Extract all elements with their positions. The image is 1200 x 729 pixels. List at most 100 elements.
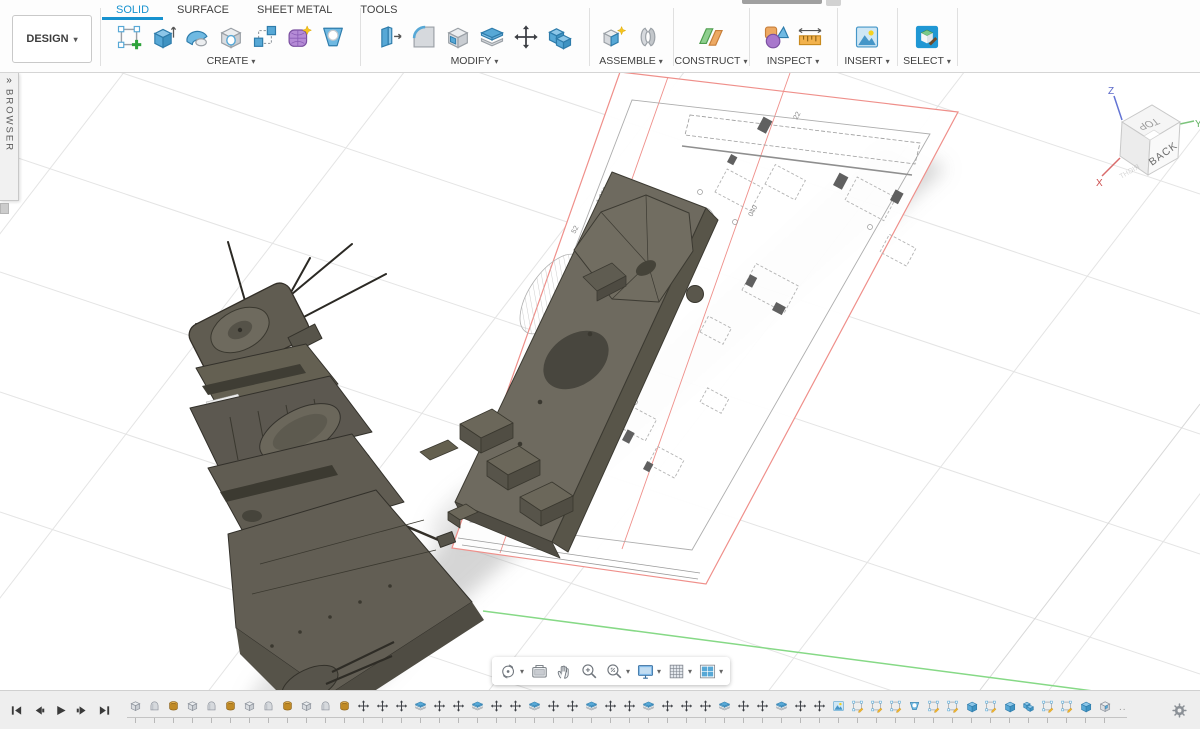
timeline-move-feature[interactable]: [813, 699, 826, 713]
timeline-move-feature[interactable]: [680, 699, 693, 713]
group-label-modify[interactable]: MODIFY▾: [451, 55, 499, 67]
timeline-sketch-feature[interactable]: [1060, 699, 1073, 713]
timeline-shell-feature[interactable]: [414, 699, 427, 713]
timeline-combine-feature[interactable]: [1022, 699, 1035, 713]
group-label-inspect[interactable]: INSPECT▾: [767, 55, 820, 67]
timeline-sketch-feature[interactable]: [984, 699, 997, 713]
timeline-canvas-feature[interactable]: [832, 699, 845, 713]
look-at-button[interactable]: [530, 662, 549, 681]
timeline-dome-feature[interactable]: [262, 699, 275, 713]
superstructure-body[interactable]: [185, 242, 484, 690]
chamfer-icon[interactable]: [442, 22, 474, 52]
measure-icon[interactable]: [760, 22, 792, 52]
group-label-select[interactable]: SELECT▾: [903, 55, 951, 67]
timeline-sketch-feature[interactable]: [851, 699, 864, 713]
timeline-move-feature[interactable]: [699, 699, 712, 713]
timeline-extrude-feature[interactable]: [1003, 699, 1016, 713]
timeline-box-feature[interactable]: [129, 699, 142, 713]
timeline-shell-feature[interactable]: [528, 699, 541, 713]
tab-tools[interactable]: TOOLS: [346, 0, 411, 20]
timeline-move-feature[interactable]: [433, 699, 446, 713]
hole-icon[interactable]: [215, 22, 247, 52]
new-component-icon[interactable]: [598, 22, 630, 52]
select-tool-icon[interactable]: [911, 22, 943, 52]
timeline-move-feature[interactable]: [661, 699, 674, 713]
timeline-sketch-feature[interactable]: [927, 699, 940, 713]
timeline-move-feature[interactable]: [490, 699, 503, 713]
web-icon[interactable]: [317, 22, 349, 52]
extrude-icon[interactable]: [147, 22, 179, 52]
timeline-coil-feature[interactable]: [281, 699, 294, 713]
playback-play-button[interactable]: [54, 704, 67, 717]
timeline-move-feature[interactable]: [566, 699, 579, 713]
browser-panel-handle[interactable]: [0, 203, 9, 214]
grid-settings-button[interactable]: ▾: [667, 662, 692, 681]
playback-step-forward-button[interactable]: [76, 704, 89, 717]
timeline-move-feature[interactable]: [547, 699, 560, 713]
timeline-hole-feature[interactable]: [908, 699, 921, 713]
construct-plane-icon[interactable]: [695, 22, 727, 52]
timeline-shell-feature[interactable]: [585, 699, 598, 713]
view-cube[interactable]: TOP BACK RIGHT Z Y X: [1096, 86, 1200, 189]
tab-sheet-metal[interactable]: SHEET METAL: [243, 0, 346, 20]
group-label-assemble[interactable]: ASSEMBLE▾: [599, 55, 663, 67]
browser-panel-collapsed[interactable]: » BROWSER: [0, 73, 19, 201]
timeline-sketch-feature[interactable]: [946, 699, 959, 713]
group-label-create[interactable]: CREATE▾: [207, 55, 256, 67]
orbit-button[interactable]: ▾: [499, 662, 524, 681]
playback-skip-end-button[interactable]: [98, 704, 111, 717]
timeline-settings-gear[interactable]: [1171, 702, 1188, 719]
rectangular-pattern-icon[interactable]: [249, 22, 281, 52]
timeline-shell-feature[interactable]: [642, 699, 655, 713]
tab-surface[interactable]: SURFACE: [163, 0, 243, 20]
timeline-sketch-feature[interactable]: [1041, 699, 1054, 713]
timeline-coil-feature[interactable]: [338, 699, 351, 713]
timeline-sketch-feature[interactable]: [870, 699, 883, 713]
timeline-shell-feature[interactable]: [471, 699, 484, 713]
viewport[interactable]: 22 1:250 52 040 42 (35): [0, 72, 1200, 690]
timeline-move-feature[interactable]: [452, 699, 465, 713]
timeline-move-feature[interactable]: [604, 699, 617, 713]
timeline-box-feature[interactable]: [300, 699, 313, 713]
timeline-move-feature[interactable]: [737, 699, 750, 713]
revolve-icon[interactable]: [181, 22, 213, 52]
tab-solid[interactable]: SOLID: [102, 0, 163, 20]
timeline-coil-feature[interactable]: [167, 699, 180, 713]
timeline-move-feature[interactable]: [756, 699, 769, 713]
timeline-dome-feature[interactable]: [319, 699, 332, 713]
create-sketch-icon[interactable]: [113, 22, 145, 52]
joint-icon[interactable]: [632, 22, 664, 52]
display-settings-button[interactable]: ▾: [636, 662, 661, 681]
measure-ruler-icon[interactable]: [794, 22, 826, 52]
group-label-insert[interactable]: INSERT▾: [844, 55, 889, 67]
timeline-move-feature[interactable]: [357, 699, 370, 713]
combine-icon[interactable]: [544, 22, 576, 52]
playback-step-back-button[interactable]: [32, 704, 45, 717]
timeline-dome-feature[interactable]: [148, 699, 161, 713]
move-icon[interactable]: [510, 22, 542, 52]
timeline-box-feature[interactable]: [243, 699, 256, 713]
viewports-button[interactable]: ▾: [698, 662, 723, 681]
timeline-box-feature[interactable]: [186, 699, 199, 713]
timeline-extrude-feature[interactable]: [965, 699, 978, 713]
fillet-icon[interactable]: [408, 22, 440, 52]
timeline-move-feature[interactable]: [794, 699, 807, 713]
timeline-extrude-feature[interactable]: [1079, 699, 1092, 713]
timeline-sketch-feature[interactable]: [889, 699, 902, 713]
fit-button[interactable]: ▾: [605, 662, 630, 681]
zoom-button[interactable]: [580, 662, 599, 681]
timeline-coil-feature[interactable]: [224, 699, 237, 713]
timeline-corner-feature[interactable]: [1098, 699, 1111, 713]
timeline-shell-feature[interactable]: [718, 699, 731, 713]
insert-canvas-icon[interactable]: [851, 22, 883, 52]
group-label-construct[interactable]: CONSTRUCT▾: [675, 55, 748, 67]
timeline-move-feature[interactable]: [376, 699, 389, 713]
timeline-dome-feature[interactable]: [205, 699, 218, 713]
timeline-shell-feature[interactable]: [775, 699, 788, 713]
create-form-icon[interactable]: [283, 22, 315, 52]
shell-icon[interactable]: [476, 22, 508, 52]
timeline-move-feature[interactable]: [623, 699, 636, 713]
pan-button[interactable]: [555, 662, 574, 681]
press-pull-icon[interactable]: [374, 22, 406, 52]
timeline-move-feature[interactable]: [395, 699, 408, 713]
